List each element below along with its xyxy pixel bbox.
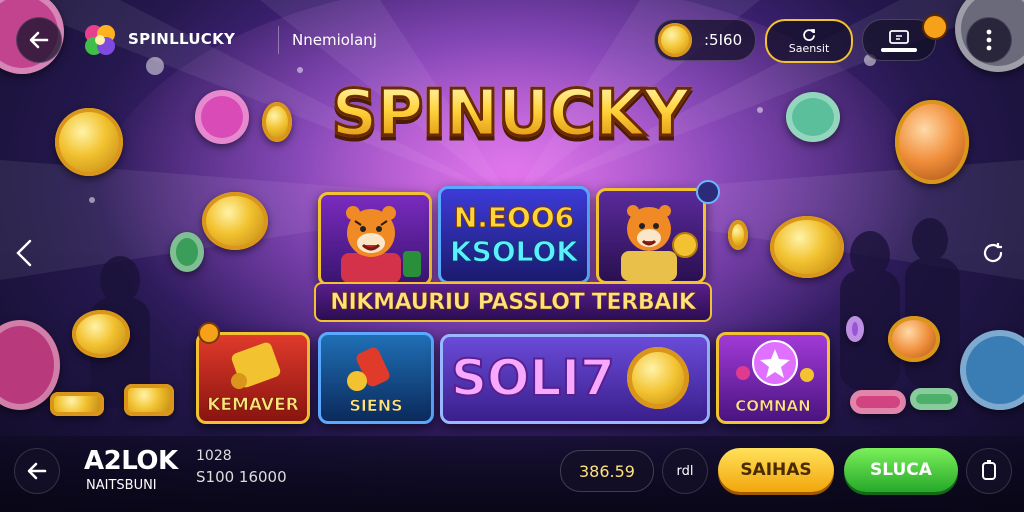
info-icon[interactable] (696, 180, 720, 204)
game-label: KEMAVER (207, 395, 299, 416)
coin-stack-decoration (124, 384, 174, 416)
carousel-refresh-button[interactable] (980, 240, 1006, 270)
amount-value: 386.59 (579, 461, 635, 481)
yellow-action-label: SAIHAS (740, 460, 812, 480)
side-menu-button[interactable] (966, 448, 1012, 494)
firecracker-icon (347, 347, 390, 391)
star-orb-icon (736, 340, 814, 386)
tiger-card-right[interactable] (596, 188, 706, 284)
poker-chip-decoration (850, 390, 906, 414)
game-tile-soli7[interactable]: SOLI7 (440, 334, 710, 424)
gold-coin-decoration (55, 108, 123, 176)
refresh-icon (803, 28, 815, 41)
gold-coin-decoration (72, 310, 130, 358)
gold-coin-decoration (728, 220, 748, 250)
gold-coin-decoration (895, 100, 969, 184)
tiger-card-left[interactable] (318, 192, 432, 286)
player-stat-top: 1028 (196, 448, 232, 464)
green-action-button[interactable]: SLUCA (844, 448, 958, 492)
brand-name: SPINLLUCKY (128, 30, 236, 48)
more-vertical-icon (986, 29, 992, 51)
header-action-button[interactable]: Saensit (765, 19, 853, 63)
poker-chip-decoration (170, 232, 204, 272)
arrow-left-icon (29, 31, 49, 49)
amount-display[interactable]: 386.59 (560, 450, 654, 492)
back-button[interactable] (16, 17, 62, 63)
game-tile-kemaver[interactable]: KEMAVER (196, 332, 310, 424)
gold-coin-decoration (770, 216, 844, 278)
brand-logo (82, 22, 118, 58)
header-subtitle: Nnemiolanj (292, 31, 377, 49)
header-divider (278, 26, 279, 54)
tiger-mascot-icon (621, 205, 698, 281)
device-icon (982, 460, 996, 480)
game-label: SOLI7 (450, 348, 616, 408)
bottom-back-button[interactable] (14, 448, 60, 494)
gold-coin-decoration (888, 316, 940, 362)
arrow-left-icon (27, 462, 47, 480)
more-menu-button[interactable] (966, 17, 1012, 63)
hero-title: SPINUCKY (300, 81, 720, 148)
stats-button[interactable]: rdl (662, 448, 708, 494)
game-label: COMNAN (735, 397, 811, 416)
tv-icon (889, 29, 909, 44)
chevron-left-icon (16, 239, 32, 267)
balance-pill[interactable]: :5I60 (654, 19, 756, 61)
tile-badge-icon (198, 322, 220, 344)
clover-logo-icon (85, 25, 115, 55)
player-name: A2LOK (84, 446, 178, 476)
gold-coin-decoration (262, 102, 292, 142)
coin-stack-decoration (50, 392, 104, 416)
tiger-mascot-icon (341, 206, 421, 283)
stats-label: rdl (676, 463, 694, 479)
gold-coin-decoration (202, 192, 268, 250)
scroll-icon (231, 342, 281, 389)
game-tile-comnan[interactable]: COMNAN (716, 332, 830, 424)
featured-game-card[interactable]: N.EOO6 KSOLOK (438, 186, 590, 284)
balance-value: :5I60 (704, 31, 743, 49)
green-action-label: SLUCA (870, 460, 932, 480)
notification-badge-icon (922, 14, 948, 40)
poker-chip-decoration (960, 330, 1024, 410)
poker-chip-decoration (910, 388, 958, 410)
game-tile-siens[interactable]: SIENS (318, 332, 434, 424)
featured-line-1: N.EOO6 (453, 201, 575, 235)
poker-chip-decoration (786, 92, 840, 142)
player-subtitle: NAITSBUNI (86, 478, 157, 493)
hero-banner: NIKMAURIU PASSLOT TERBAIK (314, 282, 712, 322)
coin-pile-icon (627, 347, 689, 409)
poker-chip-decoration (195, 90, 249, 144)
carousel-prev-button[interactable] (14, 238, 34, 272)
gold-coin-icon (658, 23, 692, 57)
poker-chip-decoration (846, 316, 864, 342)
game-label: SIENS (349, 396, 403, 416)
yellow-action-button[interactable]: SAIHAS (718, 448, 834, 492)
header-action-label: Saensit (788, 41, 830, 55)
featured-line-2: KSOLOK (449, 235, 578, 269)
rotate-icon (983, 243, 1003, 263)
inbox-label-bar (881, 47, 917, 52)
player-stat-bottom: S100 16000 (196, 468, 287, 486)
